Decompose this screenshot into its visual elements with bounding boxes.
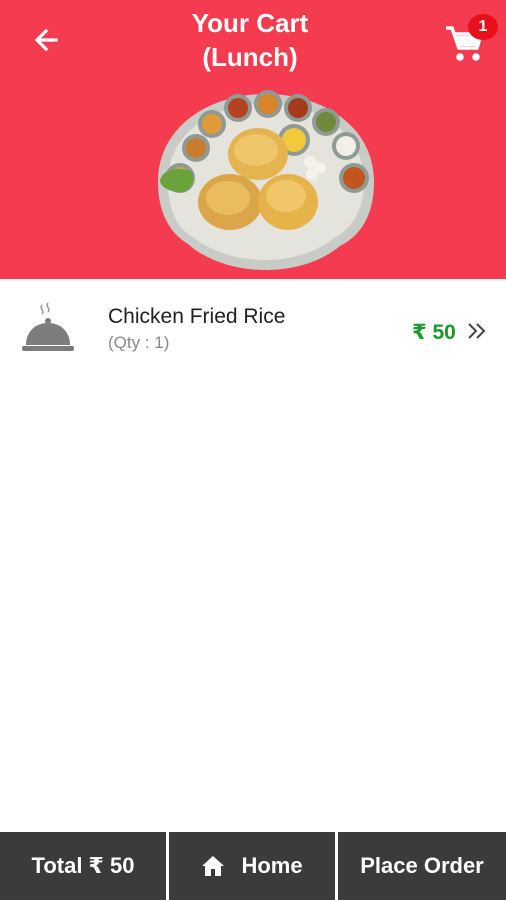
- item-name: Chicken Fried Rice: [108, 305, 286, 328]
- home-label: Home: [241, 853, 303, 878]
- page-title: Your Cart (Lunch): [120, 6, 380, 74]
- double-chevron-right-icon: [468, 323, 486, 339]
- cart-count-badge: 1: [468, 14, 498, 40]
- home-button[interactable]: Home: [169, 832, 335, 900]
- place-order-button[interactable]: Place Order: [338, 832, 506, 900]
- bottom-action-bar: Total ₹ 50 Home Place Order: [0, 832, 506, 900]
- cart-item[interactable]: Chicken Fried Rice (Qty : 1) ₹ 50: [0, 293, 506, 371]
- title-line-1: Your Cart: [191, 8, 309, 38]
- title-line-2: (Lunch): [202, 42, 298, 72]
- total-amount: Total ₹ 50: [0, 832, 166, 900]
- total-label: Total ₹ 50: [31, 853, 135, 878]
- item-quantity: (Qty : 1): [108, 333, 170, 352]
- home-icon: [202, 856, 225, 876]
- place-order-label: Place Order: [360, 853, 484, 878]
- item-price: ₹ 50: [412, 321, 456, 344]
- thali-food-image: [158, 90, 374, 270]
- arrow-left-icon: [34, 28, 58, 52]
- food-cloche-icon: [22, 302, 74, 351]
- back-button[interactable]: [26, 22, 66, 58]
- header: Your Cart (Lunch) 1: [0, 0, 506, 279]
- cart-button[interactable]: 1: [444, 14, 500, 66]
- cart-screen: Your Cart (Lunch) 1 Chicken Fried Rice (…: [0, 0, 506, 900]
